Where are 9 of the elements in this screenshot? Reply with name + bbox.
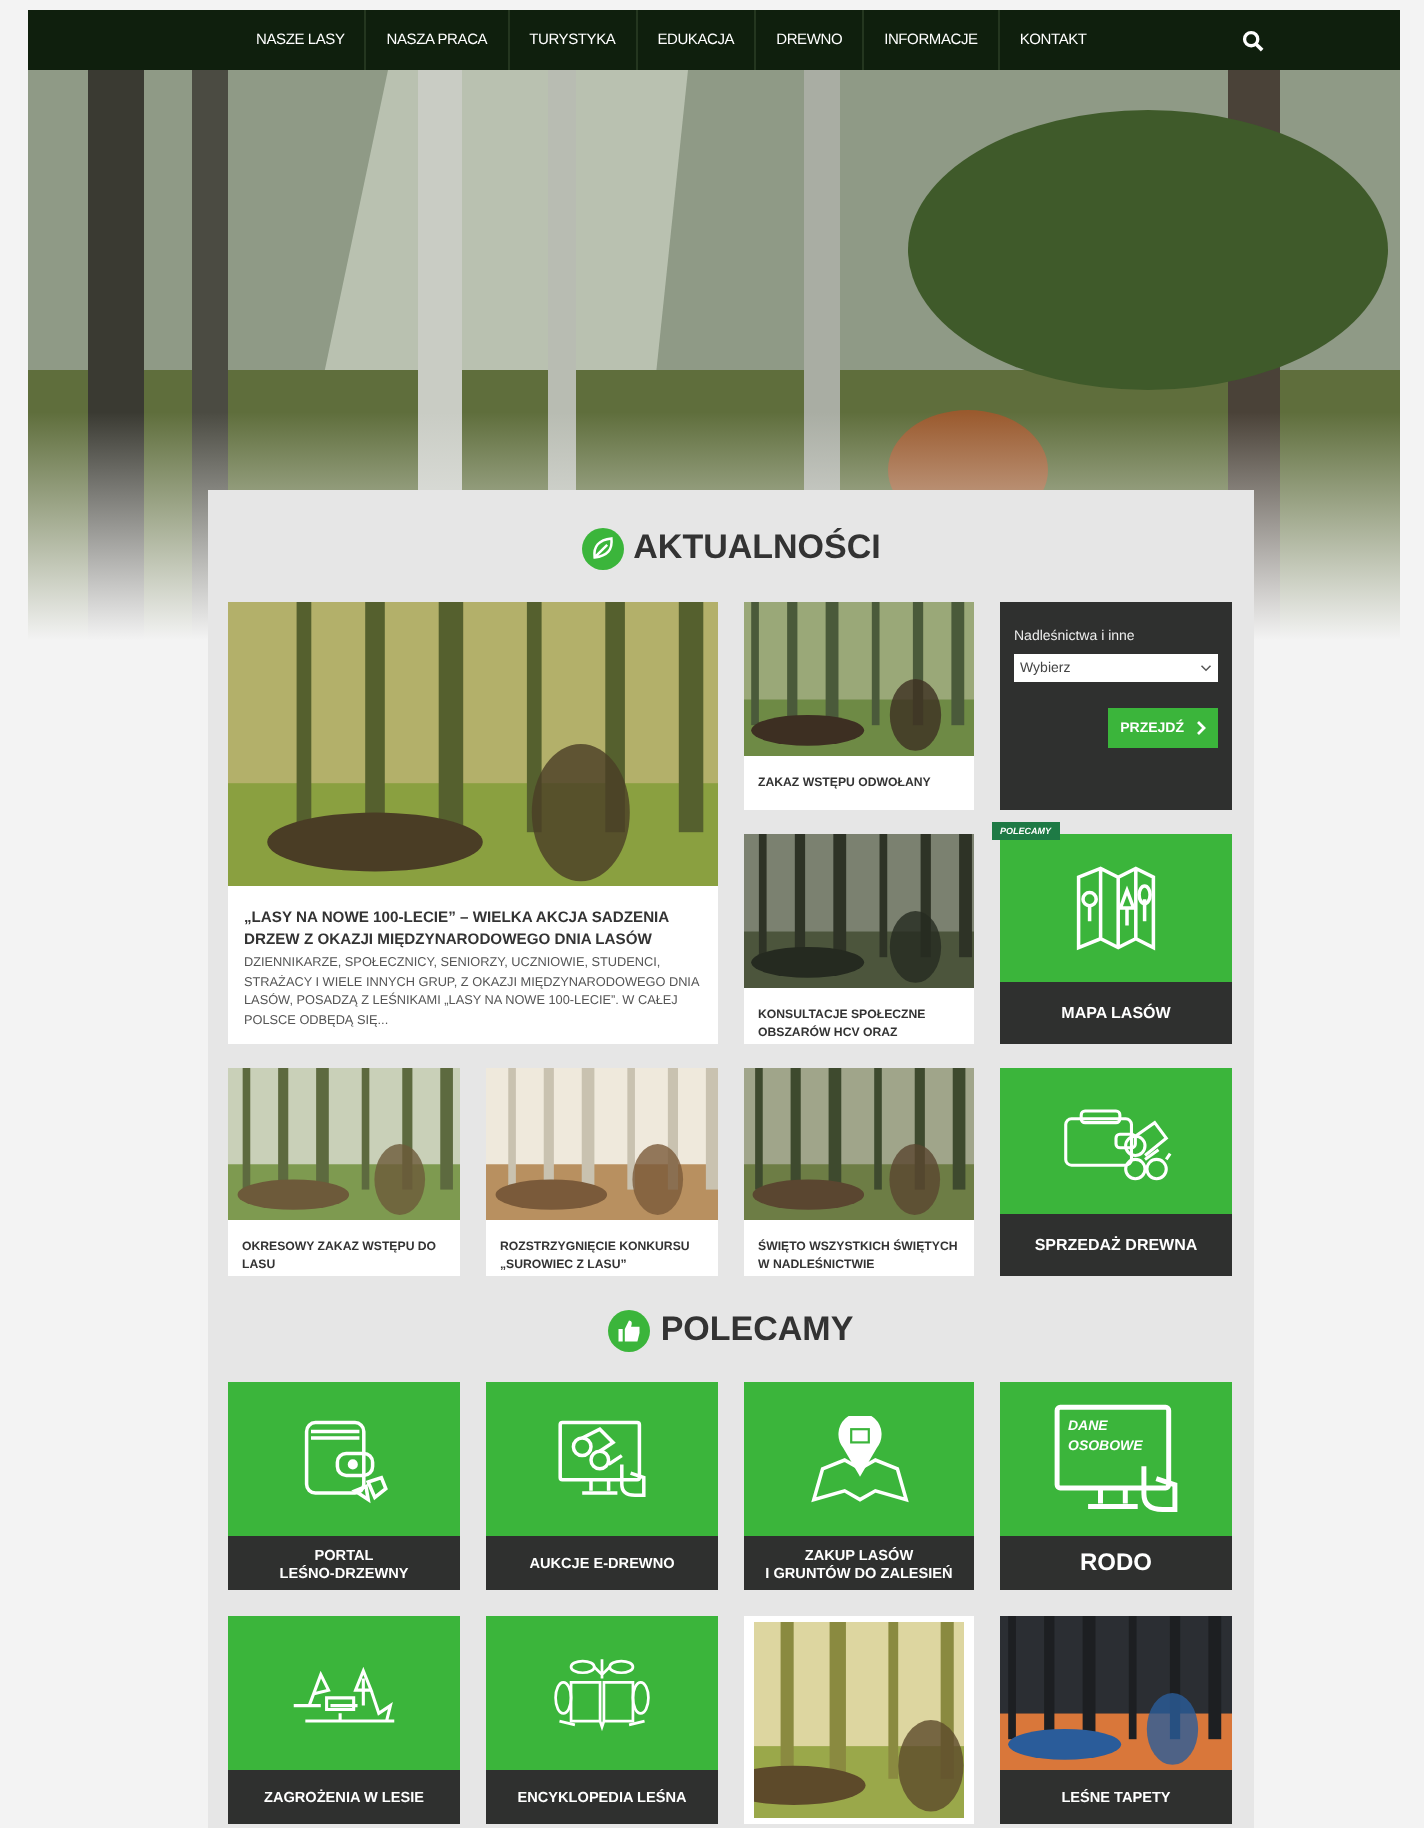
news-card[interactable] xyxy=(228,602,718,1044)
tile-label: SPRZEDAŻ DREWNA xyxy=(1000,1214,1232,1276)
tile-label: MAPA LASÓW xyxy=(1000,982,1232,1044)
search-icon[interactable] xyxy=(1242,29,1265,51)
chevron-down-icon xyxy=(1200,664,1212,672)
tile-label: RODO xyxy=(1000,1536,1232,1590)
section-heading: POLECAMY xyxy=(660,1310,854,1350)
thumbs-up-icon xyxy=(608,1309,651,1351)
chevron-right-icon xyxy=(1196,720,1206,736)
